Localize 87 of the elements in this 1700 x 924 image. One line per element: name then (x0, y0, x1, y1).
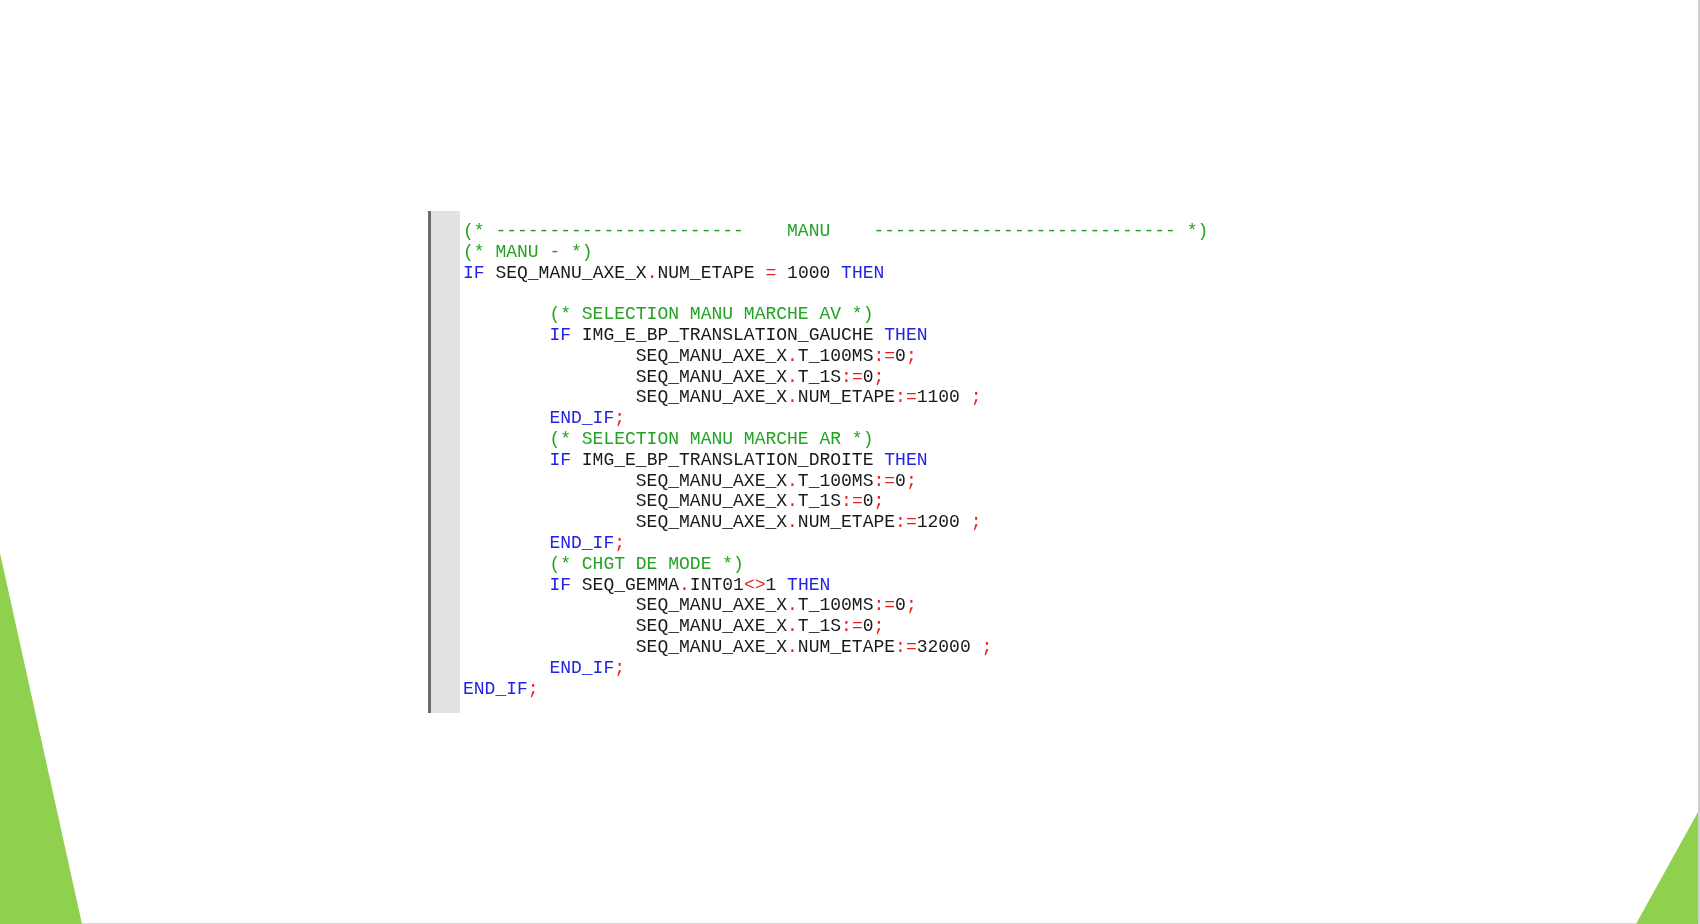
operator-token: ; (527, 678, 539, 700)
keyword-token: THEN (884, 325, 928, 346)
keyword-token: THEN (787, 574, 831, 596)
operator-token: . (787, 512, 798, 533)
code-token: T_1S (797, 366, 842, 388)
operator-token: . (646, 262, 658, 284)
operator-token: . (787, 595, 798, 617)
operator-token: ; (981, 636, 993, 658)
code-token: SEQ_MANU_AXE_X (635, 595, 788, 617)
code-comment: (* ----------------------- MANU ---------------------------- *) (463, 221, 1209, 242)
code-token: T_1S (797, 491, 842, 513)
operator-token: ; (905, 345, 917, 367)
code-token: SEQ_MANU_AXE_X (635, 470, 788, 492)
code-token: T_100MS (797, 595, 874, 617)
operator-token: := (841, 491, 863, 513)
code-token: SEQ_MANU_AXE_X (635, 366, 788, 388)
code-token: SEQ_MANU_AXE_X (635, 512, 788, 533)
operator-token: . (679, 574, 690, 596)
operator-token: <> (743, 574, 766, 596)
code-token: NUM_ETAPE (797, 387, 896, 409)
keyword-token: IF (549, 574, 571, 596)
code-token: SEQ_MANU_AXE_X (494, 262, 647, 284)
keyword-token: THEN (884, 449, 928, 471)
code-token: SEQ_MANU_AXE_X (635, 636, 788, 658)
operator-token: ; (970, 387, 982, 409)
code-token: 0 (862, 491, 874, 513)
operator-token: ; (970, 512, 982, 533)
code-token: 0 (862, 616, 874, 637)
operator-token: := (873, 470, 896, 492)
code-token: IMG_E_BP_TRANSLATION_GAUCHE (580, 325, 875, 346)
operator-token: ; (873, 491, 885, 513)
keyword-token: THEN (841, 262, 885, 284)
code-token: 32000 (916, 636, 972, 658)
code-token: NUM_ETAPE (797, 512, 896, 533)
operator-token: := (841, 366, 863, 388)
operator-token: ; (873, 616, 885, 637)
code-token: NUM_ETAPE (797, 636, 896, 658)
code-token: 1200 (916, 512, 961, 533)
code-token: T_100MS (797, 345, 874, 367)
operator-token: ; (905, 595, 917, 617)
operator-token: ; (905, 470, 917, 492)
code-token: SEQ_MANU_AXE_X (635, 345, 788, 367)
operator-token: := (841, 616, 863, 637)
code-token: 0 (895, 345, 906, 367)
operator-token: . (787, 616, 798, 637)
operator-token: := (873, 345, 896, 367)
operator-token: . (787, 470, 798, 492)
operator-token: ; (614, 408, 626, 429)
keyword-token: IF (549, 449, 571, 471)
keyword-token: IF (549, 325, 571, 346)
code-token: SEQ_MANU_AXE_X (635, 616, 788, 637)
code-token: IMG_E_BP_TRANSLATION_DROITE (580, 449, 875, 471)
operator-token: := (873, 595, 896, 617)
operator-token: ; (614, 532, 626, 554)
code-token: T_100MS (797, 470, 874, 492)
code-token: 0 (895, 595, 906, 617)
keyword-token: END_IF (549, 532, 615, 554)
code-comment: (* MANU - *) (463, 241, 593, 263)
code-comment: (* CHGT DE MODE *) (549, 553, 744, 575)
keyword-token: END_IF (463, 678, 528, 700)
operator-token: := (895, 512, 917, 533)
code-token: SEQ_MANU_AXE_X (635, 491, 788, 513)
code-token: T_1S (797, 616, 842, 637)
code-token: INT01 (689, 574, 744, 596)
code-token: 0 (862, 366, 874, 388)
operator-token: . (787, 387, 798, 409)
code-comment: (* SELECTION MANU MARCHE AV *) (549, 304, 874, 325)
operator-token: := (895, 387, 917, 409)
code-token: 1000 (786, 262, 832, 284)
operator-token: . (787, 366, 798, 388)
code-token: SEQ_GEMMA (580, 574, 680, 596)
keyword-token: END_IF (549, 408, 615, 429)
operator-token: ; (614, 657, 626, 679)
operator-token: . (787, 636, 798, 658)
operator-token: . (787, 345, 798, 367)
code-token: SEQ_MANU_AXE_X (635, 387, 788, 409)
code-token: NUM_ETAPE (657, 262, 756, 284)
code-token: 1 (765, 574, 778, 596)
code-token: 1100 (916, 387, 961, 409)
code-token: 0 (895, 470, 906, 492)
operator-token: ; (873, 366, 885, 388)
keyword-token: IF (463, 262, 485, 284)
operator-token: := (895, 636, 917, 658)
code-comment: (* SELECTION MANU MARCHE AR *) (549, 428, 874, 450)
keyword-token: END_IF (549, 657, 615, 679)
operator-token: . (787, 491, 798, 513)
operator-token: = (765, 262, 777, 284)
